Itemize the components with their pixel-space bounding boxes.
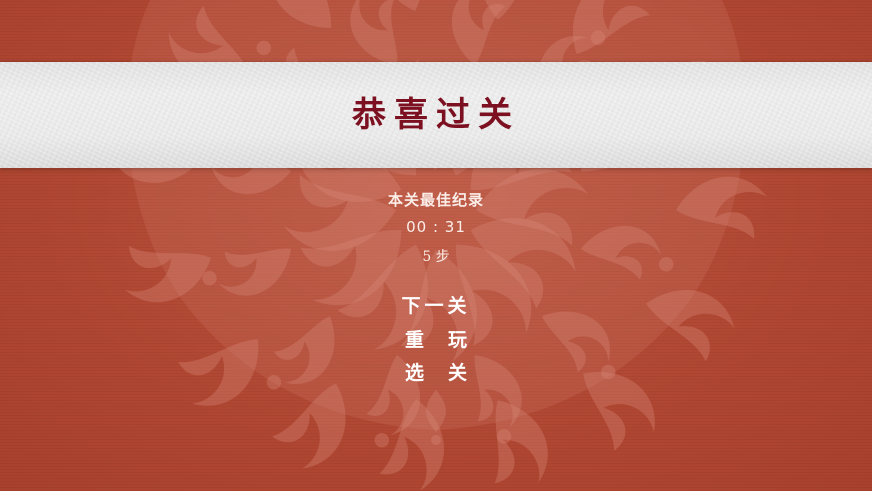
select-level-button[interactable]: 选关 [0,358,872,385]
title-banner: 恭喜过关 [0,62,872,168]
level-complete-title: 恭喜过关 [352,95,520,135]
best-record-time: 00 : 31 [406,218,466,236]
replay-button[interactable]: 重玩 [0,325,872,352]
best-record-steps: 5 步 [422,249,450,265]
next-level-button[interactable]: 下一关 [0,291,872,318]
best-record-label: 本关最佳纪录 [387,191,484,209]
